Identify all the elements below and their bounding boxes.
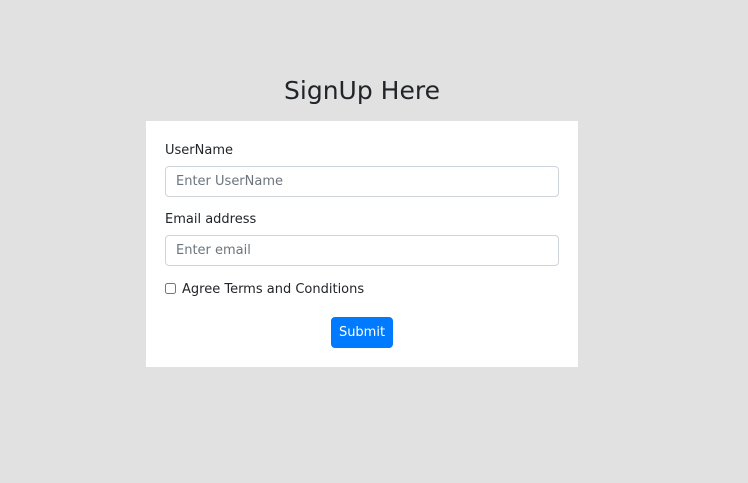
submit-button[interactable]: Submit [331, 317, 393, 348]
terms-label[interactable]: Agree Terms and Conditions [182, 281, 364, 299]
terms-row: Agree Terms and Conditions [165, 280, 364, 300]
email-input[interactable] [165, 235, 559, 266]
page-title: SignUp Here [284, 76, 440, 105]
signup-form: UserName Email address Agree Terms and C… [146, 121, 578, 367]
username-label: UserName [165, 143, 233, 158]
terms-checkbox[interactable] [165, 282, 176, 294]
username-input[interactable] [165, 166, 559, 197]
email-label: Email address [165, 212, 257, 227]
